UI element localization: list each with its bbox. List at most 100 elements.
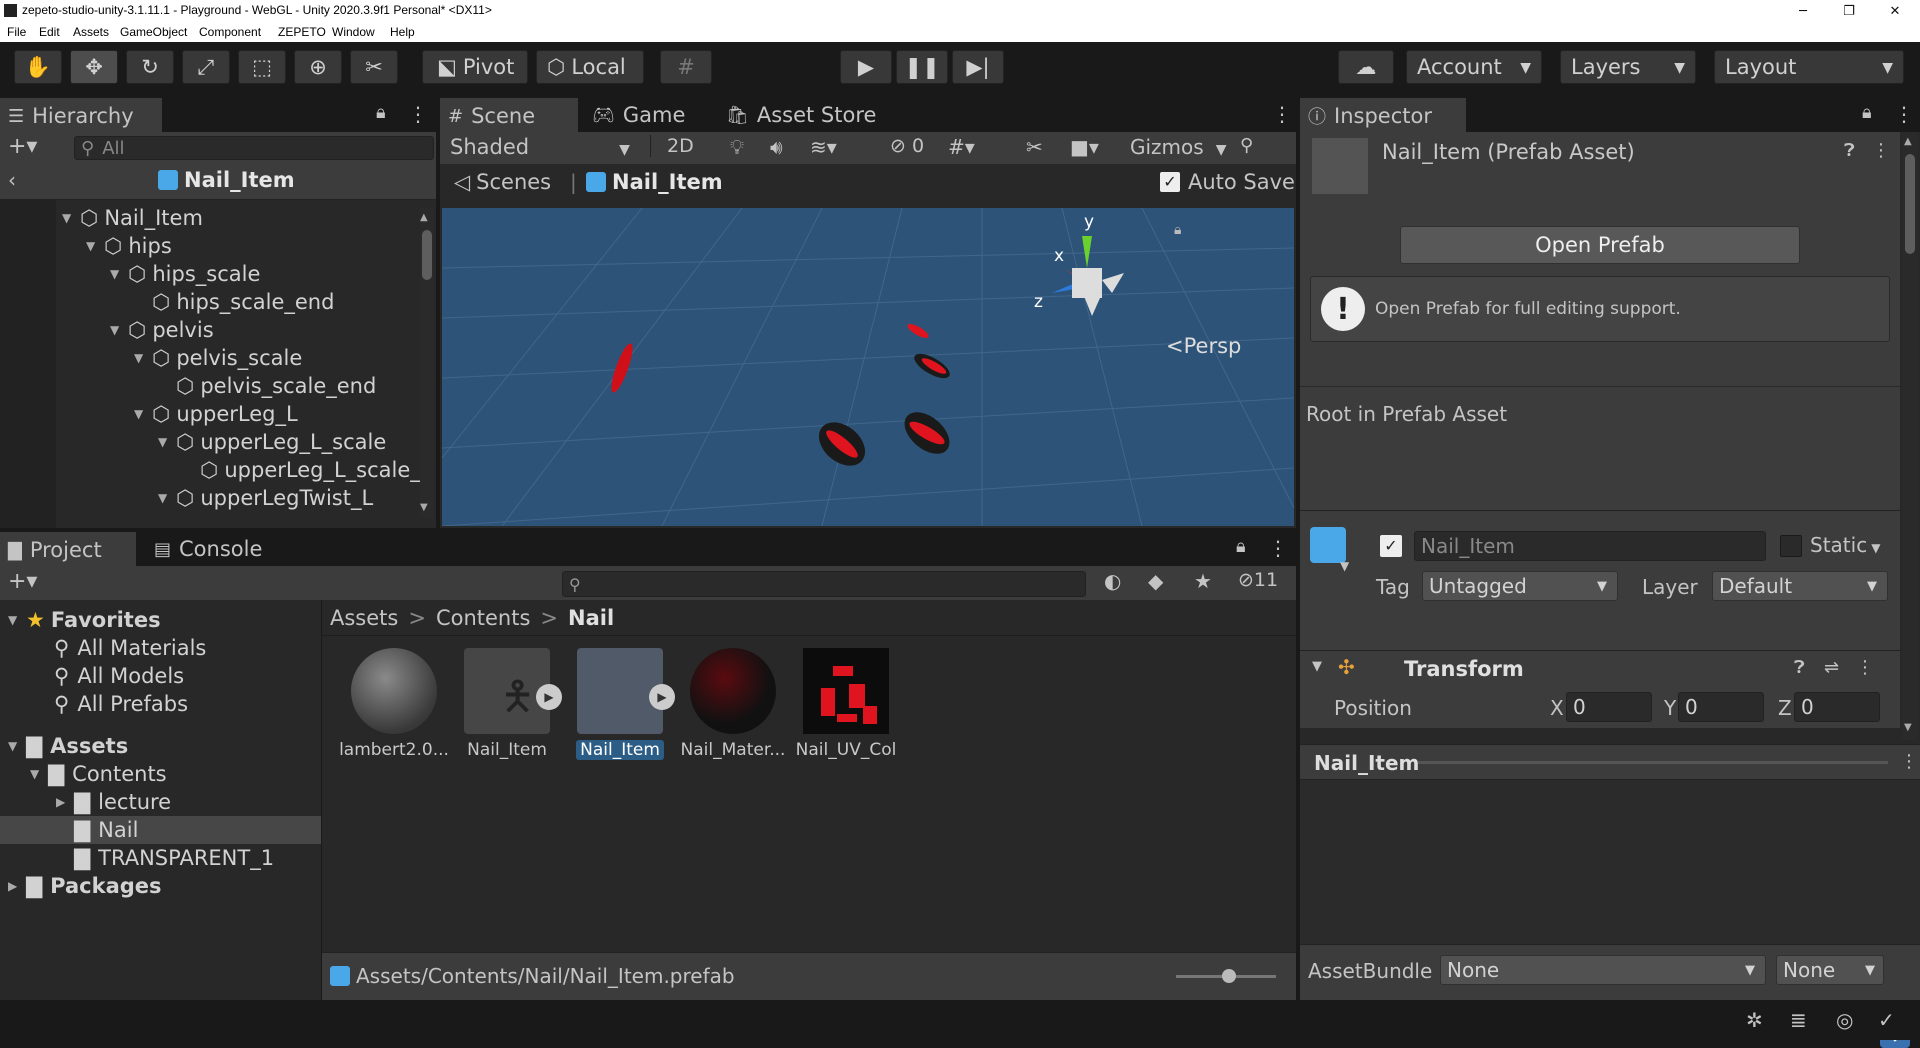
favorite-all-materials[interactable]: ⚲ All Materials xyxy=(54,636,206,660)
expand-arrow-icon[interactable]: ▼ xyxy=(110,323,124,337)
back-chevron-icon[interactable]: ‹ xyxy=(8,168,16,192)
open-prefab-button[interactable]: Open Prefab xyxy=(1400,226,1800,264)
tab-hierarchy[interactable]: ☰ Hierarchy xyxy=(0,98,162,132)
auto-save-toggle[interactable]: ✓ Auto Save xyxy=(1160,170,1295,194)
check-circle-icon[interactable]: ✓ xyxy=(1878,1008,1895,1032)
breadcrumb-prefab[interactable]: Nail_Item xyxy=(586,170,723,194)
expand-play-icon[interactable]: ▶ xyxy=(536,684,562,710)
account-dropdown[interactable]: Account ▼ xyxy=(1406,50,1542,84)
menu-gameobject[interactable]: GameObject xyxy=(120,25,187,39)
breadcrumb-contents[interactable]: Contents xyxy=(436,606,530,630)
expand-arrow-icon[interactable]: ▼ xyxy=(86,239,100,253)
menu-file[interactable]: File xyxy=(7,25,26,39)
x-label[interactable]: X xyxy=(1550,696,1564,720)
menu-zepeto[interactable]: ZEPETO xyxy=(278,25,326,39)
lock-icon[interactable]: 🔒︎ xyxy=(376,102,386,123)
debug-icon[interactable]: ✲ xyxy=(1746,1008,1763,1032)
folder-nail[interactable]: ▇ Nail xyxy=(74,818,138,842)
tab-asset-store[interactable]: 🛍︎ Asset Store xyxy=(718,98,878,132)
project-search-input[interactable]: ⚲ xyxy=(562,571,1086,597)
transform-tool-button[interactable]: ⊕ xyxy=(294,50,342,84)
add-icon[interactable]: +▾ xyxy=(8,569,37,594)
scale-tool-button[interactable]: ⤢ xyxy=(182,50,230,84)
hierarchy-node[interactable]: ⬡ hips_scale_end xyxy=(134,290,334,314)
preview-drag-handle[interactable] xyxy=(1418,761,1888,764)
pivot-toggle[interactable]: ⬕ Pivot xyxy=(422,50,528,84)
hierarchy-search-input[interactable]: ⚲ All xyxy=(74,136,434,160)
close-button[interactable]: ✕ xyxy=(1872,0,1918,22)
shading-dropdown[interactable]: Shaded ▼ xyxy=(450,135,630,159)
transform-component-header[interactable]: ▼ ✣ Transform ❓︎ ⇌ ⋮ xyxy=(1300,650,1900,686)
pause-button[interactable]: ❚❚ xyxy=(896,50,948,84)
tools-toggle[interactable]: ✂ xyxy=(1026,135,1043,159)
tab-project[interactable]: ▇ Project xyxy=(0,532,136,566)
kebab-menu-icon[interactable]: ⋮ xyxy=(1894,102,1914,126)
step-button[interactable]: ▶| xyxy=(952,50,1004,84)
asset-nail-item-prefab[interactable]: ▶ Nail_Item xyxy=(565,648,675,760)
scroll-down-icon[interactable]: ▼ xyxy=(420,502,428,513)
layout-dropdown[interactable]: Layout ▼ xyxy=(1714,50,1904,84)
menu-window[interactable]: Window xyxy=(332,25,375,39)
layers-dropdown[interactable]: Layers ▼ xyxy=(1560,50,1696,84)
favorites-node[interactable]: ▼ ★ Favorites xyxy=(8,608,161,632)
assetbundle-dropdown[interactable]: None ▼ xyxy=(1440,955,1766,985)
zoom-slider-thumb[interactable] xyxy=(1222,969,1236,983)
kebab-menu-icon[interactable]: ⋮ xyxy=(1856,657,1874,678)
breadcrumb-assets[interactable]: Assets xyxy=(330,606,398,630)
menu-assets[interactable]: Assets xyxy=(73,25,109,39)
folder-transparent[interactable]: ▇ TRANSPARENT_1 xyxy=(74,846,274,870)
position-y-field[interactable]: 0 xyxy=(1678,692,1764,722)
expand-arrow-icon[interactable]: ▼ xyxy=(158,491,172,505)
help-icon[interactable]: ❓︎ xyxy=(1844,140,1855,161)
kebab-menu-icon[interactable]: ⋮ xyxy=(1272,102,1292,126)
light-toggle[interactable]: 💡︎ xyxy=(730,135,744,159)
minimize-button[interactable]: ─ xyxy=(1780,0,1826,22)
scrollbar-thumb[interactable] xyxy=(1905,154,1915,254)
hierarchy-node[interactable]: ⬡ upperLeg_L_scale_ xyxy=(182,458,420,482)
tab-scene[interactable]: # Scene xyxy=(440,98,578,132)
expand-arrow-icon[interactable]: ▼ xyxy=(134,351,148,365)
kebab-menu-icon[interactable]: ⋮ xyxy=(1268,536,1288,560)
expand-arrow-icon[interactable]: ▼ xyxy=(62,211,76,225)
kebab-menu-icon[interactable]: ⋮ xyxy=(1900,751,1918,772)
y-label[interactable]: Y xyxy=(1664,696,1676,720)
scene-search[interactable]: ⚲ xyxy=(1240,135,1253,156)
hidden-objects-toggle[interactable]: ⊘ 0 xyxy=(890,135,924,157)
z-label[interactable]: Z xyxy=(1778,696,1792,720)
scrollbar-thumb[interactable] xyxy=(422,230,432,280)
custom-tool-button[interactable]: ✂ xyxy=(350,50,398,84)
gizmo-lock-icon[interactable]: 🔒︎ xyxy=(1174,222,1181,238)
tab-inspector[interactable]: ⓘ Inspector xyxy=(1300,98,1466,132)
hidden-packages-toggle[interactable]: ⊘11 xyxy=(1238,569,1278,591)
rotate-tool-button[interactable]: ↻ xyxy=(126,50,174,84)
collab-icon[interactable]: ◎ xyxy=(1836,1008,1853,1032)
menu-help[interactable]: Help xyxy=(390,25,415,39)
collapse-arrow-icon[interactable]: ▼ xyxy=(1312,659,1322,674)
database-icon[interactable]: ≣ xyxy=(1790,1008,1807,1032)
help-icon[interactable]: ❓︎ xyxy=(1794,657,1805,678)
hierarchy-node[interactable]: ▼ ⬡ hips_scale xyxy=(110,262,260,286)
hierarchy-node[interactable]: ▼ ⬡ Nail_Item xyxy=(62,206,203,230)
layer-dropdown[interactable]: Default ▼ xyxy=(1712,571,1888,601)
favorite-all-prefabs[interactable]: ⚲ All Prefabs xyxy=(54,692,188,716)
cloud-button[interactable]: ☁ xyxy=(1338,50,1394,84)
expand-play-icon[interactable]: ▶ xyxy=(649,684,675,710)
play-button[interactable]: ▶ xyxy=(840,50,892,84)
menu-component[interactable]: Component xyxy=(199,25,261,39)
presets-icon[interactable]: ⇌ xyxy=(1824,657,1839,678)
asset-lambert-material[interactable]: lambert2.0... xyxy=(339,648,449,760)
hierarchy-node[interactable]: ▼ ⬡ upperLegTwist_L xyxy=(158,486,373,510)
hierarchy-node[interactable]: ▼ ⬡ hips xyxy=(86,234,172,258)
folder-lecture[interactable]: ▶ ▇ lecture xyxy=(56,790,171,814)
hierarchy-node[interactable]: ▼ ⬡ upperLeg_L xyxy=(134,402,298,426)
camera-toggle[interactable]: ■▾ xyxy=(1070,135,1099,159)
gizmos-dropdown[interactable]: Gizmos ▼ xyxy=(1130,135,1226,159)
expand-arrow-icon[interactable]: ▼ xyxy=(110,267,124,281)
expand-arrow-icon[interactable]: ▼ xyxy=(158,435,172,449)
maximize-button[interactable]: ❐ xyxy=(1826,0,1872,22)
asset-nail-material[interactable]: Nail_Mater... xyxy=(678,648,788,760)
hierarchy-node[interactable]: ⬡ pelvis_scale_end xyxy=(158,374,376,398)
packages-node[interactable]: ▶ ▇ Packages xyxy=(8,874,162,898)
object-name-field[interactable]: Nail_Item xyxy=(1414,531,1766,561)
position-z-field[interactable]: 0 xyxy=(1794,692,1880,722)
